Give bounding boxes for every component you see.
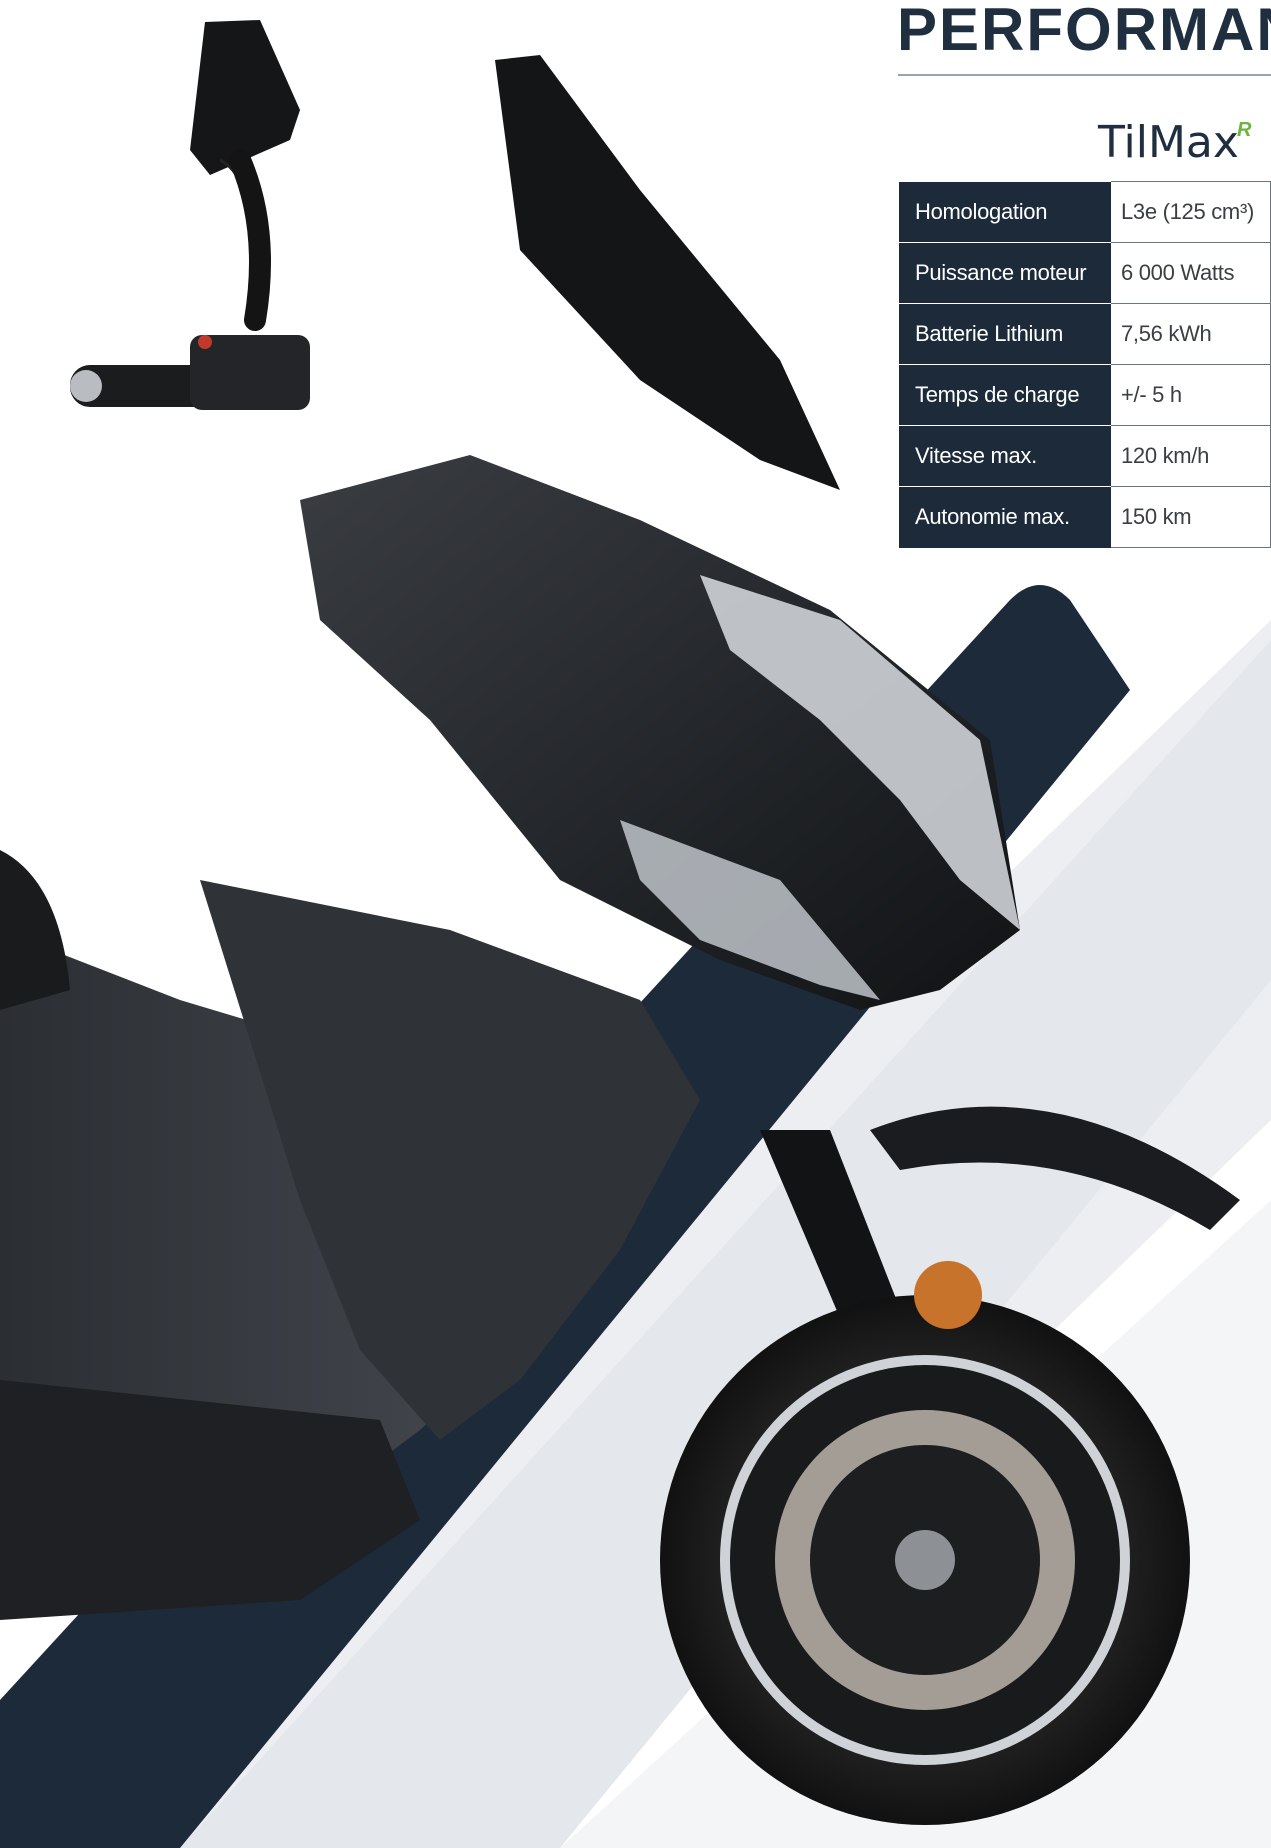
front-mudguard [870,1106,1240,1230]
spec-value: 120 km/h [1110,425,1271,487]
spec-label: Temps de charge [899,364,1111,426]
spec-row: Temps de charge +/- 5 h [899,364,1271,426]
seat [0,850,70,1010]
spec-row: Batterie Lithium 7,56 kWh [899,303,1271,365]
spec-label: Puissance moteur [899,242,1111,304]
spec-label: Batterie Lithium [899,303,1111,365]
spec-row: Vitesse max. 120 km/h [899,425,1271,487]
front-wheel [660,1295,1190,1825]
section-title: PERFORMANC [897,0,1271,63]
brochure-page: PERFORMANC TilMax R Homologation L3e (12… [0,0,1271,1848]
reflector [914,1261,982,1329]
spec-value: 7,56 kWh [1110,303,1271,365]
spec-label: Homologation [899,181,1111,243]
handlebar [70,335,310,410]
spec-row: Puissance moteur 6 000 Watts [899,242,1271,304]
spec-value: +/- 5 h [1110,364,1271,426]
spec-value: 6 000 Watts [1110,242,1271,304]
mirror [190,20,300,331]
model-logo-text: TilMax [1098,117,1239,168]
spec-value: 150 km [1110,486,1271,548]
model-logo-mark: R [1237,119,1252,141]
title-divider [898,74,1271,76]
spec-label: Autonomie max. [899,486,1111,548]
spec-value: L3e (125 cm³) [1110,181,1271,243]
spec-row: Autonomie max. 150 km [899,486,1271,548]
spec-row: Homologation L3e (125 cm³) [899,181,1271,243]
spec-table: Homologation L3e (125 cm³) Puissance mot… [899,181,1271,548]
spec-label: Vitesse max. [899,425,1111,487]
windscreen [495,55,840,490]
